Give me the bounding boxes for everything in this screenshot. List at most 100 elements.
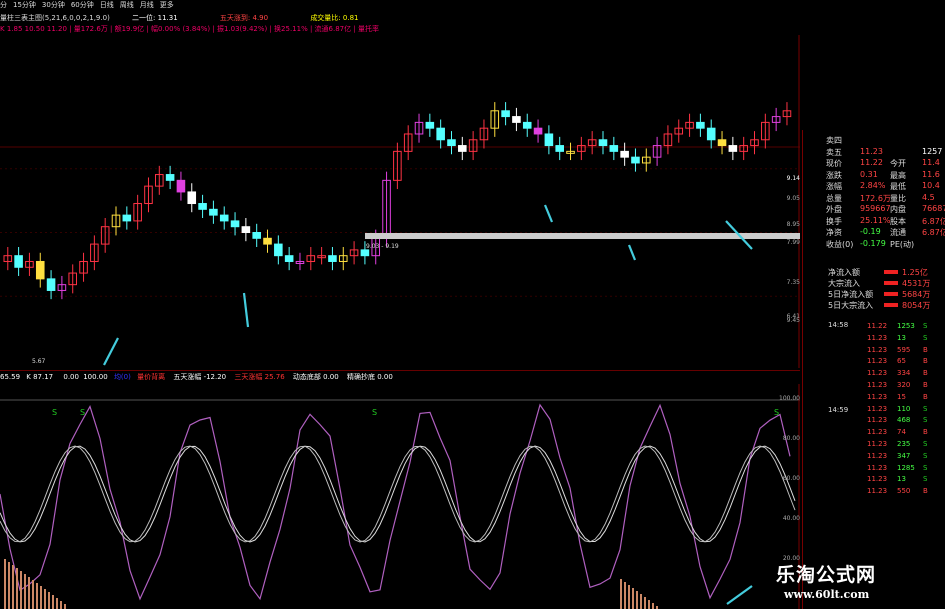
tick-volume-1: 13 xyxy=(897,333,906,342)
period-tab-3[interactable]: 60分钟 xyxy=(71,1,94,9)
quote-value-5: 172.6万 xyxy=(860,193,891,203)
quote-label2-3: 最高 xyxy=(890,170,906,180)
quote-label2-8: 流通 xyxy=(890,228,906,237)
tick-row-10: 11.23 235 S xyxy=(847,440,944,451)
axis-label-4: 7.35 xyxy=(787,279,800,286)
flow-bar-1 xyxy=(884,281,898,285)
tick-row-8: 11.23 468 S xyxy=(847,416,944,427)
tick-price-7: 11.23 xyxy=(867,404,888,413)
quote-row-0: 卖四 xyxy=(826,135,944,146)
osc-signal-arrow xyxy=(726,585,753,605)
period-tab-4[interactable]: 日线 xyxy=(100,1,114,9)
info-val3: 成交量比: 0.81 xyxy=(310,14,359,22)
tick-volume-11: 347 xyxy=(897,451,911,460)
quote-label-1: 卖五 xyxy=(826,147,842,157)
candle-body-46 xyxy=(501,110,510,118)
quote-info-text: K 1.85 10.50 11.20 | 量172.6万 | 额19.9亿 | … xyxy=(0,25,379,33)
candle-body-41 xyxy=(447,139,456,147)
tick-price-3: 11.23 xyxy=(867,357,888,366)
quote-label2-9: PE(动) xyxy=(890,239,915,249)
quote-value2-3: 11.6 xyxy=(922,169,940,179)
osc-bar-11 xyxy=(48,592,50,609)
candlestick-chart[interactable]: 9.03 - 9.195.679.149.058.957.997.356.419… xyxy=(0,35,800,368)
tick-volume-13: 13 xyxy=(897,475,906,484)
osc-axis-label-2: 60.00 xyxy=(783,475,800,482)
formula-name[interactable]: 量柱三表主图(5,21,6,0,0,2,1,9.0) xyxy=(0,14,110,22)
candle-body-20 xyxy=(219,214,229,222)
quote-label-8: 净资 xyxy=(826,228,842,237)
osc-bar-3 xyxy=(16,568,18,609)
axis-label-6: 9.45 xyxy=(787,317,800,324)
candle-body-15 xyxy=(165,174,175,181)
period-tab-0[interactable]: 分 xyxy=(0,1,7,9)
tick-side-4: B xyxy=(923,369,928,378)
candle-body-57 xyxy=(620,150,629,158)
ind-val-f: 量价背离 xyxy=(137,373,166,381)
tick-side-14: B xyxy=(923,487,928,496)
tick-price-5: 11.23 xyxy=(867,381,888,389)
tick-volume-8: 468 xyxy=(897,416,911,425)
flow-value-1: 4531万 xyxy=(902,279,931,288)
quote-row-3: 涨跌 0.31 最高 11.6 xyxy=(826,170,944,181)
candle-body-30 xyxy=(328,255,337,262)
quote-value2-8: 6.87亿 xyxy=(922,228,945,237)
quote-label2-7: 股本 xyxy=(890,216,906,226)
tick-row-4: 11.23 334 B xyxy=(847,369,944,380)
signal-arrow-3 xyxy=(543,204,554,223)
tick-side-7: S xyxy=(923,404,928,413)
period-tab-5[interactable]: 周线 xyxy=(120,1,134,9)
quote-row-5: 总量 172.6万 量比 4.5 xyxy=(826,193,944,204)
signal-arrow-1 xyxy=(242,292,250,328)
candle-body-19 xyxy=(209,208,218,216)
flow-row-3: 5日大宗流入 8054万 xyxy=(828,300,945,311)
tick-side-3: B xyxy=(923,357,928,366)
tick-volume-14: 550 xyxy=(897,487,911,496)
tick-side-8: S xyxy=(923,416,928,425)
osc-bar-9 xyxy=(40,586,42,609)
tick-price-10: 11.23 xyxy=(867,440,888,448)
quote-row-7: 换手 25.11% 股本 6.87亿 xyxy=(826,216,945,227)
tick-price-11: 11.23 xyxy=(867,451,888,460)
period-tab-2[interactable]: 30分钟 xyxy=(42,1,65,9)
candle-body-65 xyxy=(706,127,716,141)
tick-side-12: S xyxy=(923,463,928,472)
tick-volume-7: 110 xyxy=(897,404,911,413)
tick-volume-6: 15 xyxy=(897,392,906,401)
candle-body-3 xyxy=(35,260,45,280)
candle-body-51 xyxy=(555,145,564,152)
candle-body-33 xyxy=(360,249,370,257)
period-tab-1[interactable]: 15分钟 xyxy=(13,1,36,9)
osc-bar-b-2 xyxy=(628,585,630,609)
tick-row-0: 11.22 1253 S xyxy=(847,322,944,333)
tick-row-12: 11.23 1285 S xyxy=(847,464,944,475)
osc-bar-b-8 xyxy=(652,603,654,609)
oscillator-chart[interactable]: S S S S100.0080.0060.0040.0020.00 xyxy=(0,384,800,609)
tick-price-4: 11.23 xyxy=(867,369,888,378)
period-tab-7[interactable]: 更多 xyxy=(160,1,174,9)
tick-side-6: B xyxy=(923,392,928,401)
flow-row-1: 大宗流入 4531万 xyxy=(828,278,945,289)
quote-row-4: 涨幅 2.84% 最低 10.4 xyxy=(826,181,944,192)
ind-val-b: K 87.17 xyxy=(26,373,54,381)
quote-panel: 卖四 卖五 11.23 1257 现价 11.22 今开 11.4 涨跌 0.31 最高 11.6 涨幅… xyxy=(802,130,945,609)
watermark-title: 乐淘公式网 xyxy=(776,564,877,586)
osc-bar-14 xyxy=(60,601,62,609)
candle-body-50 xyxy=(544,133,554,147)
osc-axis-label-1: 80.00 xyxy=(783,435,800,442)
quote-info-line: K 1.85 10.50 11.20 | 量172.6万 | 额19.9亿 | … xyxy=(0,24,379,34)
quote-row-2: 现价 11.22 今开 11.4 xyxy=(826,158,944,169)
site-watermark: 乐淘公式网 www.60lt.com xyxy=(770,558,945,609)
quote-value2-7: 6.87亿 xyxy=(922,216,945,226)
flow-value-2: 5684万 xyxy=(902,290,931,299)
pane-divider xyxy=(0,370,800,371)
sell-marker-3: S xyxy=(774,408,779,417)
period-tab-6[interactable]: 月线 xyxy=(140,1,154,9)
quote-label2-6: 内盘 xyxy=(890,205,906,214)
osc-axis-label-3: 40.00 xyxy=(783,515,800,522)
ind-label-j: 精确抄底 xyxy=(346,373,375,381)
flow-row-0: 净流入额 1.25亿 xyxy=(828,267,945,278)
tick-price-13: 11.23 xyxy=(867,475,888,484)
candle-body-25 xyxy=(274,243,283,257)
ind-val-j: 0.00 xyxy=(377,373,393,381)
quote-row-9: 收益(0) -0.179 PE(动) xyxy=(826,239,944,250)
